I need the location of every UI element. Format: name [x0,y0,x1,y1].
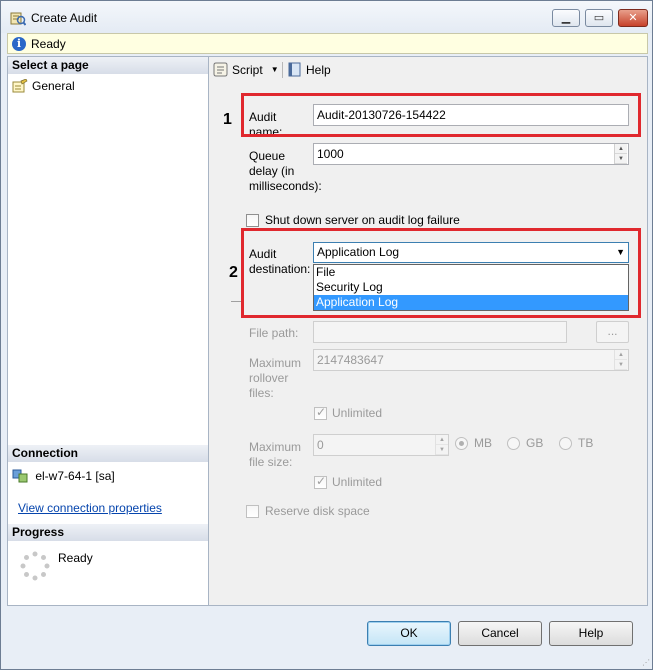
filesize-unlimited-label: Unlimited [332,475,383,489]
resize-grip-icon[interactable]: ⋰ [642,658,650,667]
queue-delay-input[interactable]: 1000 [313,143,629,165]
shutdown-checkbox[interactable] [246,214,259,227]
max-file-size-label: Maximum file size: [249,440,302,469]
chevron-down-icon[interactable]: ▼ [271,65,279,74]
audit-icon [10,12,26,26]
filesize-unlimited-checkbox[interactable] [314,474,327,489]
toolbar: Script ▼ Help [209,57,646,82]
toolbar-separator [282,62,283,78]
title-bar: Create Audit ▁ ▭ ✕ [1,1,652,33]
reserve-disk-space-checkbox[interactable] [246,505,259,518]
queue-delay-label: Queue delay (in milliseconds): [249,149,322,193]
connection-server: el-w7-64-1 [sa] [12,468,115,483]
annotation-number-1: 1 [223,111,232,128]
status-bar: i Ready [7,33,648,54]
info-icon: i [12,37,26,51]
connection-server-name: el-w7-64-1 [sa] [35,468,115,483]
progress-header: Progress [8,524,208,541]
unit-tb-label: TB [578,436,594,450]
window-title: Create Audit [31,11,98,25]
max-file-size-spinner[interactable]: ▲ ▼ [435,435,448,455]
view-connection-properties-link[interactable]: View connection properties [18,501,162,515]
unit-mb-radio[interactable] [455,437,468,450]
connection-header: Connection [8,445,208,462]
rollover-unlimited-label: Unlimited [332,406,383,420]
rollover-unlimited-checkbox[interactable] [314,405,327,420]
close-button[interactable]: ✕ [618,9,648,27]
cancel-button[interactable]: Cancel [458,621,542,646]
help-icon [288,62,301,77]
script-button[interactable]: Script ▼ [213,62,279,77]
annotation-number-2: 2 [229,264,238,281]
max-file-size-input[interactable]: 0 [313,434,449,456]
annotation-box-audit-name [241,93,641,137]
max-rollover-label: Maximum rollover files: [249,356,302,400]
unit-gb-label: GB [526,436,544,450]
select-page-header: Select a page [8,57,208,74]
script-label: Script [232,62,263,77]
max-rollover-input[interactable]: 2147483647 [313,349,629,371]
help-button[interactable]: Help [549,621,633,646]
max-rollover-spinner[interactable]: ▲ ▼ [614,350,627,370]
maximize-button[interactable]: ▭ [585,9,613,27]
minimize-button[interactable]: ▁ [552,9,580,27]
general-page-icon [12,78,28,93]
status-text: Ready [31,37,66,51]
progress-status: Ready [58,551,93,565]
help-toolbar-button[interactable]: Help [287,62,331,77]
browse-button[interactable]: ... [596,321,629,343]
ok-button[interactable]: OK [367,621,451,646]
page-label-general: General [32,78,75,93]
unit-tb-radio[interactable] [559,437,572,450]
progress-spinner-icon [20,551,50,581]
file-path-label: File path: [249,326,299,340]
left-pane: Select a page General Connection el-w7-6… [7,56,209,606]
unit-gb-radio[interactable] [507,437,520,450]
group-divider [231,301,241,302]
file-path-input[interactable] [313,321,567,343]
create-audit-window: Create Audit ▁ ▭ ✕ i Ready Select a page… [0,0,653,670]
reserve-disk-space-label: Reserve disk space [265,504,370,518]
shutdown-label: Shut down server on audit log failure [265,213,460,227]
page-item-general[interactable]: General [12,78,75,94]
help-toolbar-label: Help [306,62,331,77]
script-icon [213,62,228,77]
queue-delay-spinner[interactable]: ▲ ▼ [614,144,627,164]
annotation-box-destination [241,228,641,318]
server-icon [12,469,28,483]
unit-mb-label: MB [474,436,492,450]
